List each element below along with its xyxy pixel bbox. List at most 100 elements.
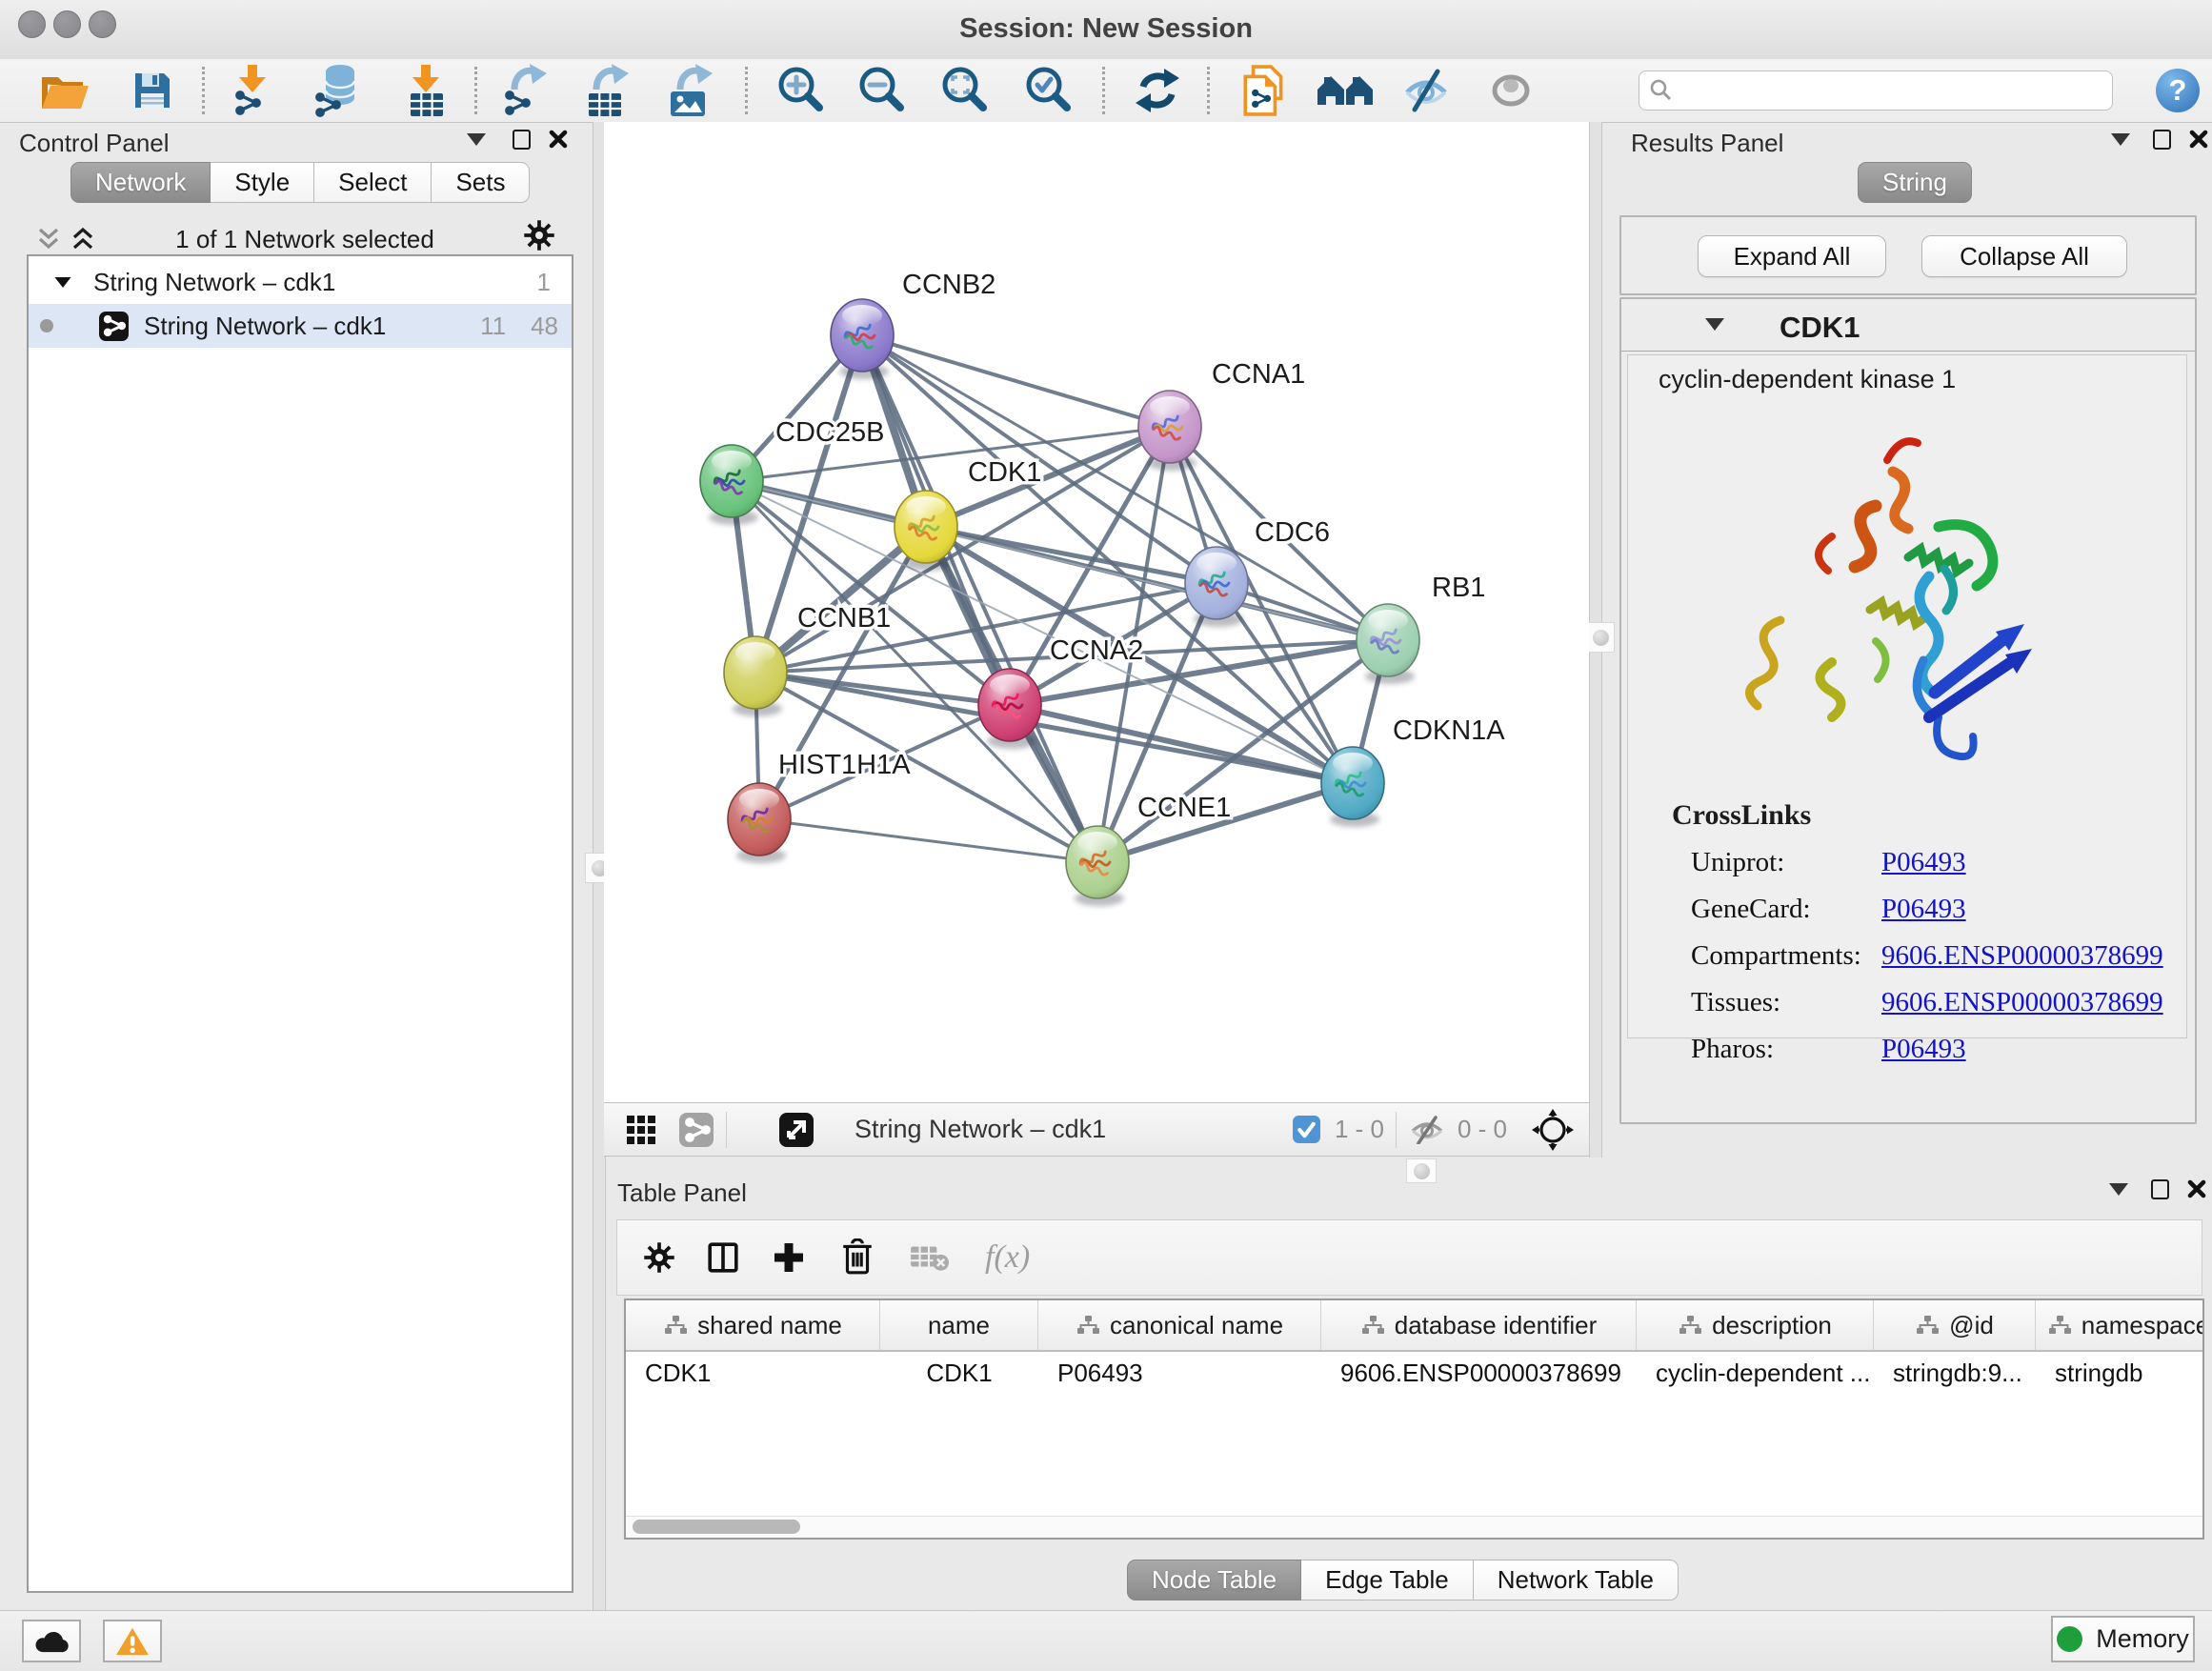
right-splitter[interactable]: [1589, 122, 1602, 1158]
edge-CCNB2-CCNE1[interactable]: [862, 335, 1097, 862]
node-CCNB2[interactable]: [831, 299, 894, 379]
node-HIST1H1A[interactable]: [728, 783, 791, 863]
tab-select[interactable]: Select: [314, 162, 432, 203]
node-CDKN1A[interactable]: [1321, 747, 1384, 827]
tissues-link[interactable]: 9606.ENSP00000378699: [1881, 987, 2163, 1018]
string-view-icon[interactable]: [678, 1112, 714, 1148]
network-options-gear-icon[interactable]: [524, 220, 554, 251]
genecard-link[interactable]: P06493: [1881, 894, 1966, 925]
panel-menu-icon[interactable]: [2111, 133, 2130, 146]
panel-menu-icon[interactable]: [467, 133, 486, 146]
hide-selected-eye-icon[interactable]: [1400, 69, 1452, 112]
import-table-from-file-icon[interactable]: [399, 63, 451, 118]
open-session-icon[interactable]: [38, 69, 91, 112]
table-row[interactable]: CDK1CDK1P064939606.ENSP00000378699cyclin…: [626, 1352, 2204, 1394]
search-input[interactable]: [1674, 76, 2112, 105]
node-RB1[interactable]: [1357, 604, 1419, 684]
node-CCNB1[interactable]: [724, 636, 787, 716]
column-header-database-identifier[interactable]: database identifier: [1321, 1300, 1637, 1350]
table-horizontal-scrollbar[interactable]: [626, 1516, 2202, 1538]
pharos-link[interactable]: P06493: [1881, 1034, 1966, 1065]
node-CCNE1[interactable]: [1066, 826, 1129, 906]
network-graph[interactable]: CCNB2CCNA1CDC25BCDK1CDC6RB1CCNB1CCNA2CDK…: [604, 122, 1589, 1102]
table-cell[interactable]: P06493: [1038, 1352, 1321, 1394]
expand-all-button[interactable]: Expand All: [1698, 235, 1886, 277]
tab-style[interactable]: Style: [211, 162, 314, 203]
collapse-all-button[interactable]: Collapse All: [1921, 235, 2127, 277]
selected-checkbox-icon[interactable]: [1292, 1115, 1321, 1144]
float-panel-icon[interactable]: [2151, 1179, 2169, 1199]
show-all-eye-icon[interactable]: [1487, 69, 1535, 112]
column-header-namespace[interactable]: namespace: [2036, 1300, 2204, 1350]
fit-selected-crosshair-icon[interactable]: [1532, 1109, 1574, 1151]
tab-node-table[interactable]: Node Table: [1127, 1560, 1301, 1601]
tab-network-table[interactable]: Network Table: [1474, 1560, 1679, 1601]
table-cell[interactable]: stringdb:9...: [1874, 1352, 2036, 1394]
edge-CCNB2-CCNA1[interactable]: [862, 335, 1170, 427]
uniprot-link[interactable]: P06493: [1881, 847, 1966, 878]
node-CCNA1[interactable]: [1138, 391, 1201, 471]
table-cell[interactable]: cyclin-dependent ...: [1637, 1352, 1874, 1394]
column-header-description[interactable]: description: [1637, 1300, 1874, 1350]
import-network-from-file-icon[interactable]: [226, 63, 277, 118]
cloud-status-button[interactable]: [22, 1620, 81, 1662]
float-panel-icon[interactable]: [513, 130, 531, 150]
grid-view-icon[interactable]: [625, 1114, 657, 1146]
network-collection-row[interactable]: String Network – cdk1 1: [29, 260, 572, 304]
delete-column-trash-icon[interactable]: [840, 1238, 875, 1277]
export-table-icon[interactable]: [579, 63, 633, 118]
close-panel-icon[interactable]: [547, 128, 570, 151]
column-header-id[interactable]: @id: [1874, 1300, 2036, 1350]
node-CCNA2[interactable]: [978, 669, 1041, 749]
column-header-canonical-name[interactable]: canonical name: [1038, 1300, 1321, 1350]
close-panel-icon[interactable]: [2187, 128, 2210, 151]
edge-CCNB2-RB1[interactable]: [862, 335, 1388, 640]
zoom-fit-content-icon[interactable]: [938, 65, 990, 116]
collapse-all-networks-icon[interactable]: [34, 227, 63, 252]
hidden-eye-icon[interactable]: [1408, 1116, 1446, 1144]
show-columns-icon[interactable]: [707, 1241, 739, 1274]
panel-menu-icon[interactable]: [2109, 1183, 2128, 1196]
node-CDC25B[interactable]: [700, 445, 763, 525]
collapse-entry-icon[interactable]: [1705, 318, 1724, 331]
compartments-link[interactable]: 9606.ENSP00000378699: [1881, 940, 2163, 972]
edge-CCNA2-CDKN1A[interactable]: [1010, 705, 1353, 783]
save-session-icon[interactable]: [131, 69, 174, 112]
tab-edge-table[interactable]: Edge Table: [1301, 1560, 1474, 1601]
edge-CCNE1-HIST1H1A[interactable]: [759, 819, 1097, 862]
protein-header-row[interactable]: CDK1: [1621, 299, 2195, 352]
warning-status-button[interactable]: [103, 1620, 162, 1662]
zoom-selected-icon[interactable]: [1022, 65, 1074, 116]
publication-export-icon[interactable]: [1241, 64, 1287, 117]
expand-all-networks-icon[interactable]: [69, 227, 97, 252]
node-CDK1[interactable]: [895, 491, 957, 571]
table-cell[interactable]: CDK1: [626, 1352, 880, 1394]
help-button[interactable]: ?: [2156, 69, 2200, 112]
first-neighbors-icon[interactable]: [1316, 69, 1375, 112]
table-cell[interactable]: CDK1: [880, 1352, 1038, 1394]
results-tab-string[interactable]: String: [1858, 162, 1972, 203]
add-column-icon[interactable]: [772, 1240, 806, 1275]
column-header-name[interactable]: name: [880, 1300, 1038, 1350]
tab-network[interactable]: Network: [70, 162, 211, 203]
table-cell[interactable]: stringdb: [2036, 1352, 2204, 1394]
search-box[interactable]: [1639, 70, 2113, 111]
node-CDC6[interactable]: [1185, 547, 1248, 627]
table-cell[interactable]: 9606.ENSP00000378699: [1321, 1352, 1637, 1394]
export-image-icon[interactable]: [663, 63, 716, 118]
open-in-new-window-icon[interactable]: [778, 1112, 814, 1148]
memory-button[interactable]: Memory: [2051, 1616, 2195, 1662]
zoom-out-icon[interactable]: [855, 65, 907, 116]
scrollbar-thumb[interactable]: [633, 1520, 800, 1534]
refresh-view-icon[interactable]: [1134, 67, 1181, 114]
collection-expand-icon[interactable]: [55, 276, 71, 287]
table-settings-gear-icon[interactable]: [644, 1242, 674, 1273]
zoom-in-icon[interactable]: [774, 65, 826, 116]
float-panel-icon[interactable]: [2153, 130, 2171, 150]
tab-sets[interactable]: Sets: [432, 162, 530, 203]
close-panel-icon[interactable]: [2185, 1178, 2208, 1200]
export-network-icon[interactable]: [497, 63, 551, 118]
column-header-shared-name[interactable]: shared name: [626, 1300, 880, 1350]
network-row-selected[interactable]: String Network – cdk1 11 48: [29, 304, 572, 348]
import-network-from-database-icon[interactable]: [310, 63, 365, 118]
